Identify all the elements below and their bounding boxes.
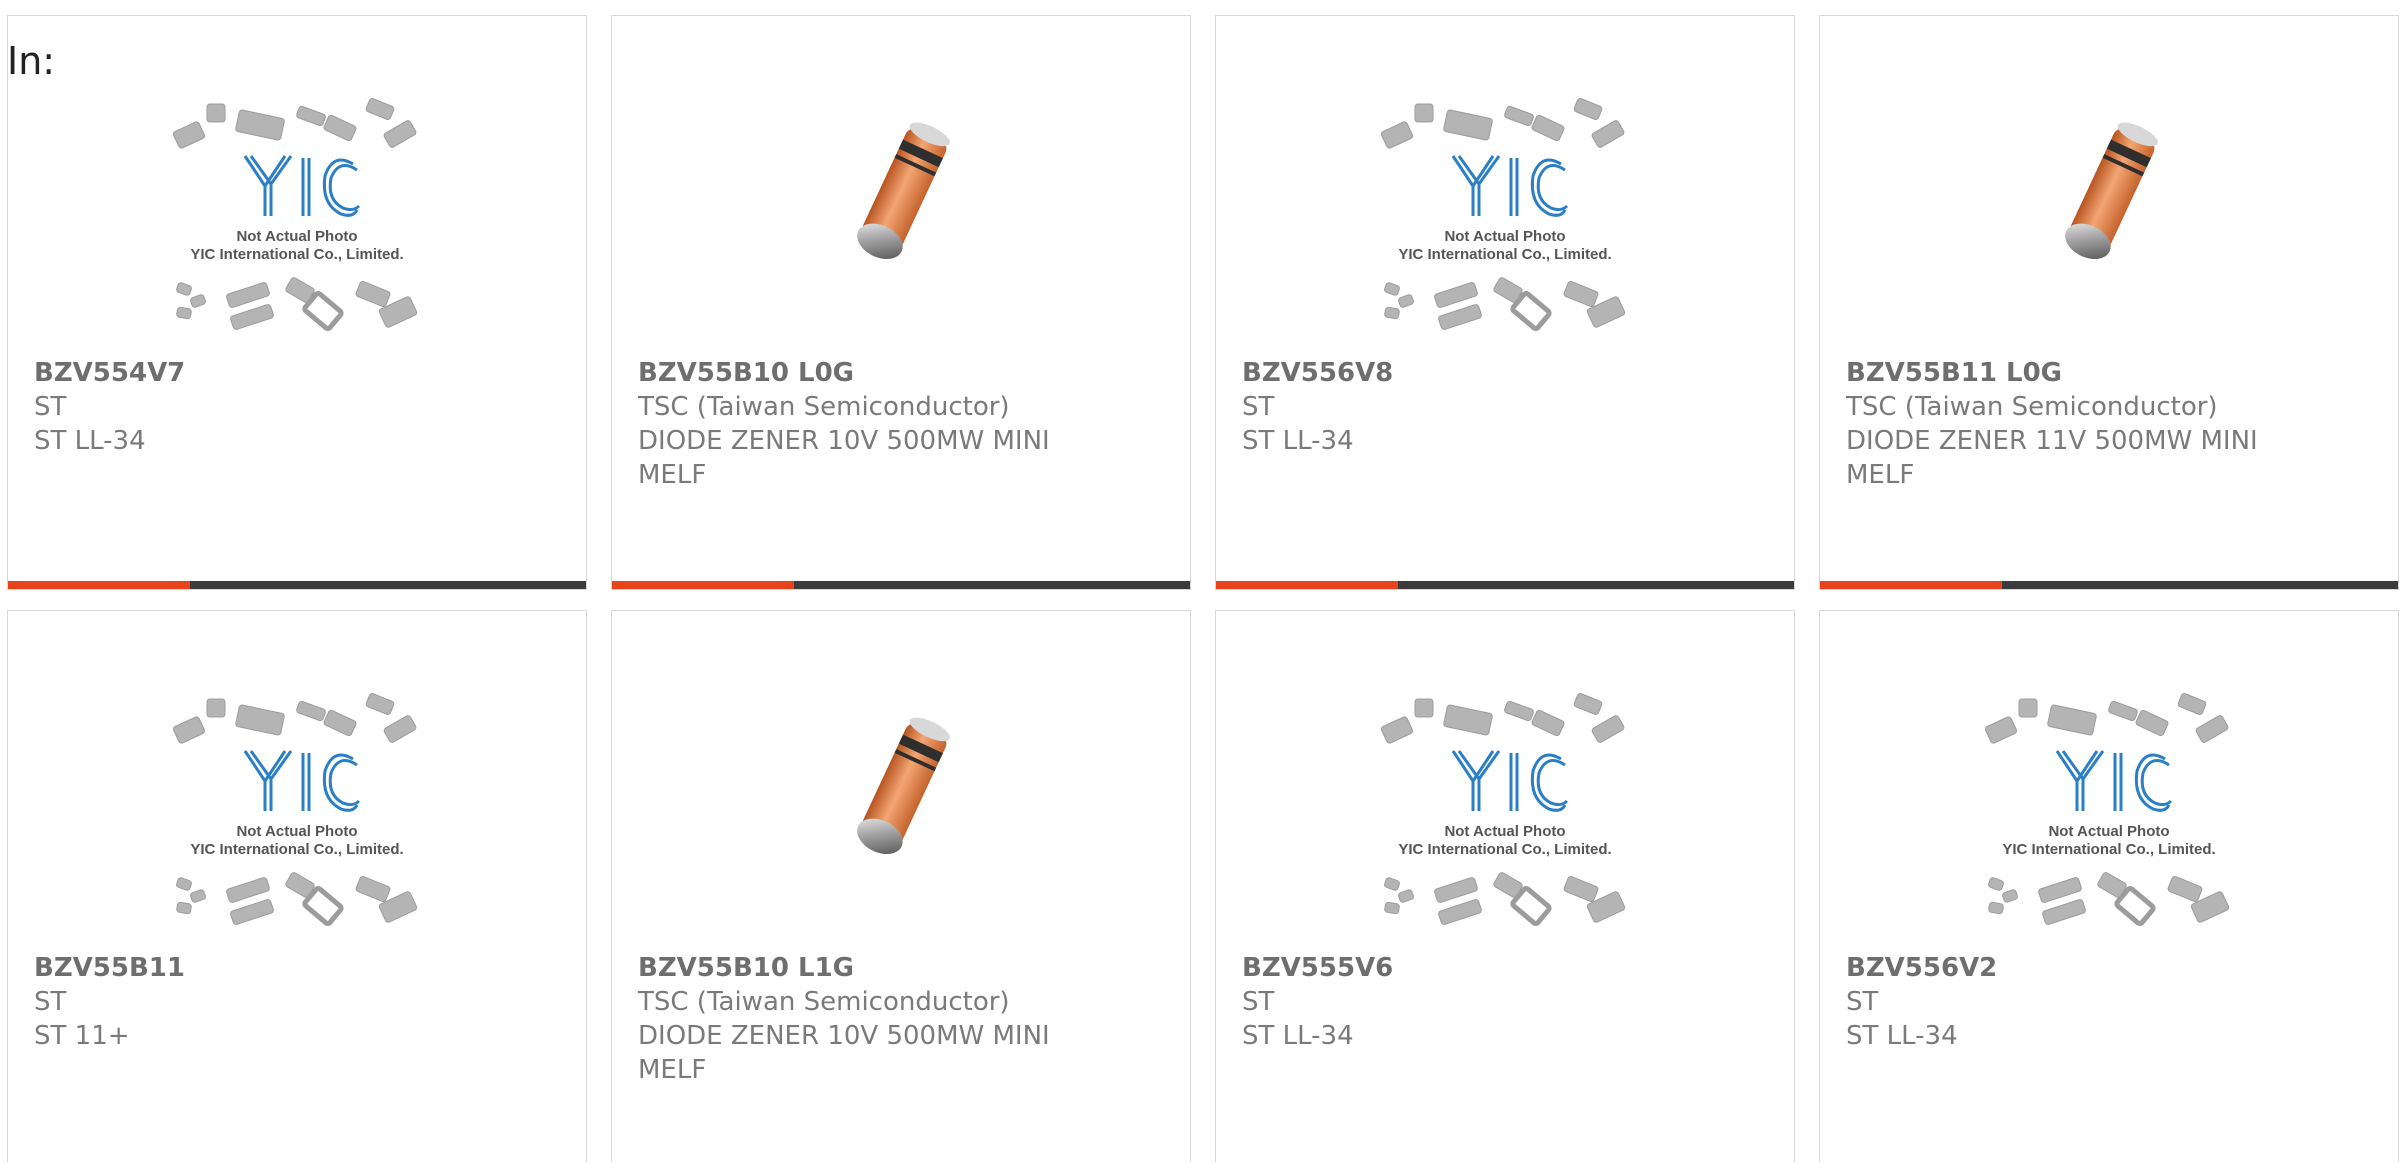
product-description: DIODE ZENER 10V 500MW MINI MELF [638,426,1050,490]
product-thumbnail[interactable]: Not Actual Photo YIC International Co., L… [1820,691,2398,951]
product-thumbnail[interactable]: Not Actual Photo YIC International Co., L… [8,691,586,951]
product-description: ST LL-34 [1846,1021,1958,1051]
svg-text:Not Actual Photo: Not Actual Photo [1444,823,1565,840]
product-manufacturer: ST [34,392,67,422]
product-thumbnail[interactable] [612,691,1190,951]
product-info: BZV55B11 L0G TSC (Taiwan Semiconductor) … [1846,356,2276,492]
product-manufacturer: ST [1242,987,1275,1017]
product-part-number[interactable]: BZV55B11 L0G [1846,356,2276,390]
product-card[interactable]: Not Actual Photo YIC International Co., L… [1819,610,2399,1162]
product-card[interactable]: BZV55B10 L0G TSC (Taiwan Semiconductor) … [611,15,1191,590]
product-part-number[interactable]: BZV556V8 [1242,356,1672,390]
svg-text:Not Actual Photo: Not Actual Photo [2048,823,2169,840]
product-manufacturer: TSC (Taiwan Semiconductor) [638,987,1010,1017]
product-part-number[interactable]: BZV55B10 L1G [638,951,1068,985]
product-thumbnail[interactable] [612,96,1190,356]
product-info: BZV55B10 L0G TSC (Taiwan Semiconductor) … [638,356,1068,492]
not-actual-photo-placeholder-icon: Not Actual PhotoYIC International Co., L… [172,693,418,926]
filter-prefix-label: In: [7,39,56,83]
product-thumbnail[interactable]: Not Actual Photo YIC International Co., L… [1216,691,1794,951]
product-card[interactable]: Not Actual Photo YIC International Co., L… [7,610,587,1162]
product-description: DIODE ZENER 11V 500MW MINI MELF [1846,426,2258,490]
product-grid: Not Actual Photo YIC International Co., L… [7,15,2400,1162]
product-card[interactable]: Not Actual Photo YIC International Co., L… [1215,610,1795,1162]
diode-component-icon [2065,122,2158,260]
product-card[interactable]: Not Actual Photo YIC International Co., L… [1215,15,1795,590]
product-description: DIODE ZENER 10V 500MW MINI MELF [638,1021,1050,1085]
card-accent-bar [1216,581,1794,589]
product-part-number[interactable]: BZV554V7 [34,356,464,390]
product-manufacturer: TSC (Taiwan Semiconductor) [1846,392,2218,422]
product-card[interactable]: BZV55B11 L0G TSC (Taiwan Semiconductor) … [1819,15,2399,590]
product-description: ST LL-34 [1242,1021,1354,1051]
svg-text:Not Actual Photo: Not Actual Photo [236,228,357,245]
product-info: BZV55B11 ST ST 11+ [34,951,464,1053]
diode-component-icon [857,122,950,260]
card-accent-bar [8,581,586,589]
product-card[interactable]: Not Actual Photo YIC International Co., L… [7,15,587,590]
svg-text:YIC International Co., Limited: YIC International Co., Limited. [1398,246,1611,263]
product-part-number[interactable]: BZV55B11 [34,951,464,985]
svg-text:YIC International Co., Limited: YIC International Co., Limited. [1398,841,1611,858]
product-info: BZV556V8 ST ST LL-34 [1242,356,1672,458]
svg-text:Not Actual Photo: Not Actual Photo [1444,228,1565,245]
product-card[interactable]: BZV55B10 L1G TSC (Taiwan Semiconductor) … [611,610,1191,1162]
diode-component-icon [857,717,950,855]
product-manufacturer: ST [1846,987,1879,1017]
product-info: BZV554V7 ST ST LL-34 [34,356,464,458]
product-description: ST LL-34 [34,426,146,456]
svg-text:YIC International Co., Limited: YIC International Co., Limited. [2002,841,2215,858]
svg-text:YIC International Co., Limited: YIC International Co., Limited. [190,841,403,858]
not-actual-photo-placeholder-icon: Not Actual PhotoYIC International Co., L… [1380,693,1626,926]
product-info: BZV556V2 ST ST LL-34 [1846,951,2276,1053]
product-info: BZV555V6 ST ST LL-34 [1242,951,1672,1053]
product-thumbnail[interactable]: Not Actual Photo YIC International Co., L… [8,96,586,356]
product-manufacturer: ST [34,987,67,1017]
product-manufacturer: TSC (Taiwan Semiconductor) [638,392,1010,422]
product-manufacturer: ST [1242,392,1275,422]
product-thumbnail[interactable]: Not Actual Photo YIC International Co., L… [1216,96,1794,356]
product-part-number[interactable]: BZV555V6 [1242,951,1672,985]
product-grid-page: Not Actual Photo YIC International Co., L… [0,0,2400,1162]
not-actual-photo-placeholder-icon: Not Actual PhotoYIC International Co., L… [1380,98,1626,331]
not-actual-photo-placeholder-icon: Not Actual PhotoYIC International Co., L… [1984,693,2230,926]
product-description: ST 11+ [34,1021,130,1051]
svg-text:YIC International Co., Limited: YIC International Co., Limited. [190,246,403,263]
product-part-number[interactable]: BZV556V2 [1846,951,2276,985]
not-actual-photo-placeholder-icon: Not Actual PhotoYIC International Co., L… [172,98,418,331]
card-accent-bar [612,581,1190,589]
product-part-number[interactable]: BZV55B10 L0G [638,356,1068,390]
product-info: BZV55B10 L1G TSC (Taiwan Semiconductor) … [638,951,1068,1087]
card-accent-bar [1820,581,2398,589]
product-thumbnail[interactable] [1820,96,2398,356]
product-description: ST LL-34 [1242,426,1354,456]
svg-text:Not Actual Photo: Not Actual Photo [236,823,357,840]
